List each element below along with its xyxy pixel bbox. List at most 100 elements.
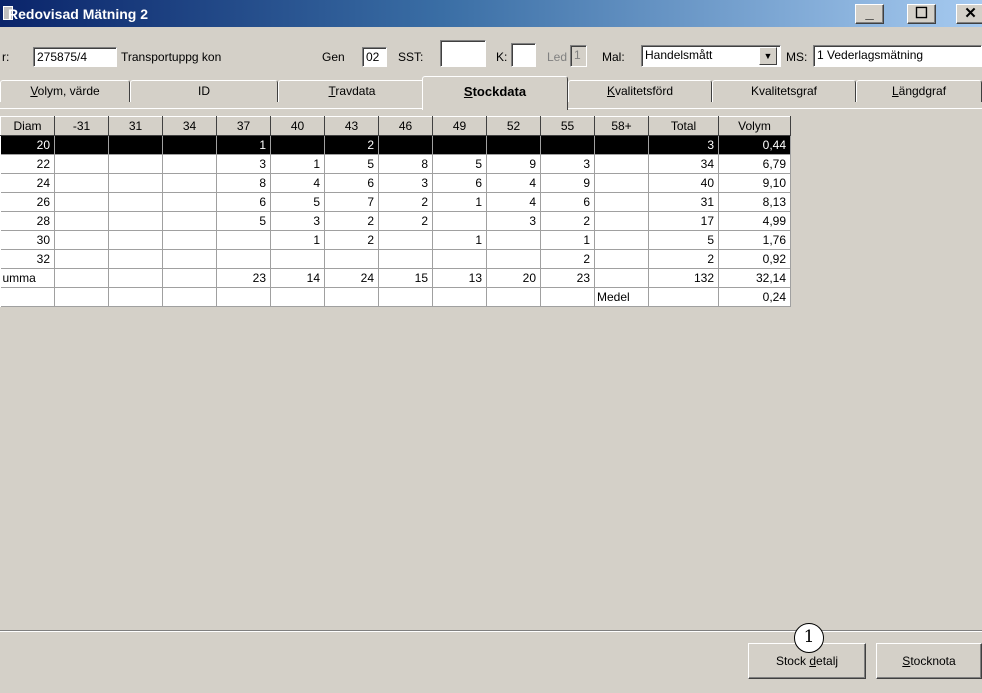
table-cell xyxy=(270,135,325,155)
table-cell: 2 xyxy=(540,249,595,269)
table-cell: 2 xyxy=(324,211,379,231)
table-cell: 9 xyxy=(486,154,541,174)
table-cell: 1 xyxy=(216,135,271,155)
table-row[interactable]: 22 3 1 5 8 5 9 3 34 6,79 xyxy=(0,154,791,174)
table-cell xyxy=(594,135,649,155)
table-row[interactable]: umma 23 14 24 15 13 20 23 132 32,14 xyxy=(0,268,791,288)
table-cell xyxy=(540,287,595,307)
table-cell xyxy=(162,287,217,307)
table-cell: 9,10 xyxy=(718,173,791,193)
tab-kvalitetsford[interactable]: Kvalitetsförd xyxy=(568,80,712,102)
table-cell: 6 xyxy=(540,192,595,212)
stockdata-table[interactable]: Diam -31 31 34 37 40 43 46 49 52 55 58+ Total Volym 2… xyxy=(0,116,791,307)
close-button[interactable]: ✕ xyxy=(956,4,982,24)
table-cell: 0,44 xyxy=(718,135,791,155)
table-header-row: Diam -31 31 34 37 40 43 46 49 52 55 58+ Total Volym xyxy=(0,116,791,136)
table-row[interactable]: 24 8 4 6 3 6 4 9 40 9,10 xyxy=(0,173,791,193)
table-row[interactable]: 28 5 3 2 2 3 2 17 4,99 xyxy=(0,211,791,231)
table-cell xyxy=(54,211,109,231)
table-cell: 6,79 xyxy=(718,154,791,174)
table-cell: 5 xyxy=(324,154,379,174)
table-row[interactable]: 26 6 5 7 2 1 4 6 31 8,13 xyxy=(0,192,791,212)
table-cell: 34 xyxy=(648,154,719,174)
table-cell: 23 xyxy=(216,268,271,288)
column-header[interactable]: Diam xyxy=(0,116,55,136)
table-cell: 5 xyxy=(648,230,719,250)
table-row[interactable]: 30 1 2 1 1 5 1,76 xyxy=(0,230,791,250)
table-cell xyxy=(594,268,649,288)
table-cell xyxy=(216,287,271,307)
transport-label: Transportuppg kon xyxy=(121,50,222,64)
tab-kvalitetsgraf[interactable]: Kvalitetsgraf xyxy=(712,80,856,102)
column-header[interactable]: 34 xyxy=(162,116,217,136)
ms-label: MS: xyxy=(786,50,808,64)
table-cell: 32,14 xyxy=(718,268,791,288)
table-cell xyxy=(54,173,109,193)
table-cell: 1 xyxy=(432,230,487,250)
info-bar: r: 275875/4 Transportuppg kon Gen 02 SST… xyxy=(0,28,982,76)
column-header[interactable]: Total xyxy=(648,116,719,136)
led-field: 1 xyxy=(570,45,587,67)
column-header[interactable]: 43 xyxy=(324,116,379,136)
table-cell: 5 xyxy=(270,192,325,212)
mal-select[interactable]: Handelsmått ▼ xyxy=(641,45,781,67)
table-cell xyxy=(540,135,595,155)
gen-field[interactable]: 02 xyxy=(362,47,387,67)
k-field[interactable] xyxy=(511,43,536,67)
table-cell xyxy=(378,287,433,307)
column-header[interactable]: 55 xyxy=(540,116,595,136)
table-cell xyxy=(594,230,649,250)
ms-field[interactable]: 1 Vederlagsmätning xyxy=(813,45,982,67)
chevron-down-icon[interactable]: ▼ xyxy=(759,47,777,65)
table-cell xyxy=(378,230,433,250)
table-cell: 5 xyxy=(432,154,487,174)
table-cell xyxy=(378,249,433,269)
column-header[interactable]: -31 xyxy=(54,116,109,136)
row-header-cell: 32 xyxy=(0,249,55,269)
row-header-cell: 26 xyxy=(0,192,55,212)
column-header[interactable]: Volym xyxy=(718,116,791,136)
column-header[interactable]: 49 xyxy=(432,116,487,136)
table-cell xyxy=(324,287,379,307)
stocknota-button[interactable]: Stocknota xyxy=(876,643,982,679)
table-cell: 24 xyxy=(324,268,379,288)
tab-langdgraf[interactable]: Längdgraf xyxy=(856,80,982,102)
table-row[interactable]: 32 2 2 0,92 xyxy=(0,249,791,269)
tab-travdata[interactable]: Travdata xyxy=(278,80,426,102)
table-cell: 40 xyxy=(648,173,719,193)
nr-field[interactable]: 275875/4 xyxy=(33,47,117,67)
stock-detalj-accel: d xyxy=(809,654,817,668)
table-cell: 8 xyxy=(216,173,271,193)
minimize-button[interactable]: _ xyxy=(855,4,884,24)
stocknota-label: tocknota xyxy=(910,654,956,668)
table-cell: 20 xyxy=(486,268,541,288)
sst-field[interactable] xyxy=(440,40,486,67)
table-cell xyxy=(108,211,163,231)
tab-langdgraf-label: ängdgraf xyxy=(898,84,947,98)
tab-id[interactable]: ID xyxy=(130,80,278,102)
mal-label: Mal: xyxy=(602,50,625,64)
column-header[interactable]: 40 xyxy=(270,116,325,136)
column-header[interactable]: 52 xyxy=(486,116,541,136)
k-label: K: xyxy=(496,50,508,64)
table-cell: Medel xyxy=(594,287,649,307)
table-cell: 2 xyxy=(378,192,433,212)
table-cell xyxy=(162,135,217,155)
column-header[interactable]: 31 xyxy=(108,116,163,136)
column-header[interactable]: 37 xyxy=(216,116,271,136)
table-cell xyxy=(216,230,271,250)
row-header-cell xyxy=(0,287,55,307)
table-cell: 2 xyxy=(648,249,719,269)
column-header[interactable]: 58+ xyxy=(594,116,649,136)
maximize-button[interactable]: ☐ xyxy=(907,4,936,24)
table-cell xyxy=(162,154,217,174)
table-row[interactable]: 20 1 2 3 0,44 xyxy=(0,135,791,155)
table-cell: 17 xyxy=(648,211,719,231)
tab-volym-varde[interactable]: Volym, värde xyxy=(0,80,130,102)
tab-stockdata[interactable]: Stockdata xyxy=(422,76,568,110)
table-row[interactable]: Medel 0,24 xyxy=(0,287,791,307)
row-header-cell: umma xyxy=(0,268,55,288)
column-header[interactable]: 46 xyxy=(378,116,433,136)
table-cell xyxy=(486,287,541,307)
table-cell: 7 xyxy=(324,192,379,212)
